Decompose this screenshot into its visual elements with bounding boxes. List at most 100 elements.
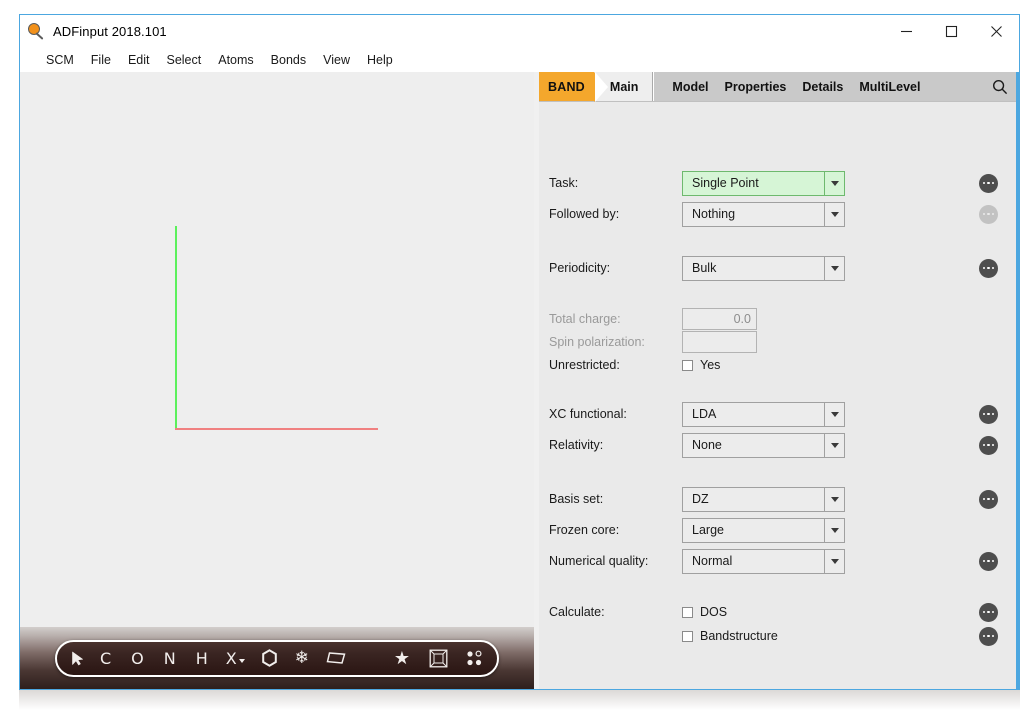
dos-checkbox[interactable]: DOS [682,605,727,619]
nitrogen-atom-icon[interactable]: N [164,642,176,675]
bandstructure-checkbox[interactable]: Bandstructure [682,629,778,643]
xc-functional-more-button[interactable] [979,404,998,424]
tab-details[interactable]: Details [794,80,851,94]
task-value: Single Point [692,176,759,190]
application-window: ADFinput 2018.101 SCM File Edit Select A… [19,14,1020,690]
menu-item-bonds[interactable]: Bonds [263,51,315,69]
tab-group: Model Properties Details MultiLevel [653,72,1019,101]
xc-functional-value: LDA [692,407,717,421]
bandstructure-checkbox-label: Bandstructure [700,629,778,643]
other-element-dropdown[interactable]: X [226,642,245,675]
benzene-ring-icon[interactable] [261,642,278,675]
chevron-down-icon [824,256,844,280]
label-total-charge: Total charge: [549,312,621,326]
label-basis-set: Basis set: [549,492,604,506]
field-row-xc-functional: XC functional: LDA [539,401,1019,427]
frozen-core-dropdown[interactable]: Large [682,517,845,543]
program-badge-band[interactable]: BAND [539,72,594,101]
basis-set-dropdown[interactable]: DZ [682,486,845,512]
frozen-core-value: Large [692,523,724,537]
hydrogen-atom-icon[interactable]: H [196,642,208,675]
label-spin-polarization: Spin polarization: [549,335,645,349]
basis-set-more-button[interactable] [979,489,998,509]
periodicity-more-button[interactable] [979,258,998,278]
panel-right-edge [1016,72,1019,689]
title-bar: ADFinput 2018.101 [20,15,1019,48]
select-arrow-icon[interactable] [71,642,84,675]
numerical-quality-dropdown[interactable]: Normal [682,548,845,574]
unit-cell-icon[interactable] [429,642,448,675]
unrestricted-checkbox[interactable]: Yes [682,358,720,372]
molecule-3d-viewport[interactable] [20,72,534,627]
menu-item-file[interactable]: File [83,51,120,69]
field-row-numerical-quality: Numerical quality: Normal [539,548,1019,574]
field-row-unrestricted: Unrestricted: Yes [539,352,1019,378]
plane-slab-icon[interactable] [326,642,346,675]
lattice-points-icon[interactable] [466,642,483,675]
atom-tool-palette: C O N H X ❄ ★ [55,639,499,677]
chevron-down-icon [824,202,844,226]
xc-functional-dropdown[interactable]: LDA [682,401,845,427]
field-row-periodicity: Periodicity: Bulk [539,255,1019,281]
other-element-icon: X [225,648,237,668]
numerical-quality-more-button[interactable] [979,551,998,571]
task-more-button[interactable] [979,173,998,193]
tab-properties[interactable]: Properties [717,80,795,94]
chevron-down-icon [824,487,844,511]
field-row-basis-set: Basis set: DZ [539,486,1019,512]
menu-item-atoms[interactable]: Atoms [210,51,262,69]
menu-item-view[interactable]: View [315,51,359,69]
field-row-calculate-dos: Calculate: DOS [539,599,1019,625]
followed-by-value: Nothing [692,207,736,221]
badge-chevron-icon [593,72,608,102]
chevron-down-icon [824,549,844,573]
menu-item-help[interactable]: Help [359,51,402,69]
field-row-task: Task: Single Point [539,170,1019,196]
relativity-more-button[interactable] [979,435,998,455]
chevron-down-icon [238,659,245,663]
y-axis-line [175,226,177,430]
search-button[interactable] [981,79,1019,95]
checkbox-box-icon [682,359,693,371]
tab-main[interactable]: Main [607,72,653,101]
dos-more-button[interactable] [979,602,998,622]
oxygen-atom-icon[interactable]: O [131,642,144,675]
periodicity-value: Bulk [692,261,717,275]
checkbox-box-icon [682,630,693,642]
settings-form: Task: Single Point Followed by: Nothing [539,102,1019,689]
relativity-dropdown[interactable]: None [682,432,845,458]
chevron-down-icon [824,402,844,426]
tab-model[interactable]: Model [664,80,716,94]
molecule-viewport-pane: C O N H X ❄ ★ [20,72,534,689]
unrestricted-checkbox-label: Yes [700,358,721,372]
minimize-icon [901,30,912,33]
favorites-star-icon[interactable]: ★ [394,642,410,675]
label-frozen-core: Frozen core: [549,523,620,537]
label-xc-functional: XC functional: [549,407,627,421]
bandstructure-more-button[interactable] [979,626,998,646]
settings-pane: BAND Main Model Properties Details Multi… [539,72,1019,689]
field-row-followed-by: Followed by: Nothing [539,201,1019,227]
crystal-snowflake-icon[interactable]: ❄ [295,642,309,675]
total-charge-input[interactable]: 0.0 [682,308,757,330]
periodicity-dropdown[interactable]: Bulk [682,255,845,281]
minimize-button[interactable] [884,15,929,48]
menu-item-select[interactable]: Select [158,51,210,69]
numerical-quality-value: Normal [692,554,733,568]
carbon-atom-icon[interactable]: C [100,642,111,675]
task-dropdown[interactable]: Single Point [682,170,845,196]
label-task: Task: [549,176,579,190]
label-relativity: Relativity: [549,438,604,452]
menu-item-scm[interactable]: SCM [38,51,83,69]
spin-polarization-input[interactable] [682,331,757,353]
menu-item-edit[interactable]: Edit [120,51,159,69]
tab-multilevel[interactable]: MultiLevel [851,80,928,94]
followed-by-more-button [979,204,998,224]
chevron-down-icon [824,518,844,542]
field-row-relativity: Relativity: None [539,432,1019,458]
maximize-button[interactable] [929,15,974,48]
magnifier-icon [28,22,46,41]
label-calculate: Calculate: [549,605,605,619]
close-button[interactable] [974,15,1019,48]
followed-by-dropdown[interactable]: Nothing [682,201,845,227]
